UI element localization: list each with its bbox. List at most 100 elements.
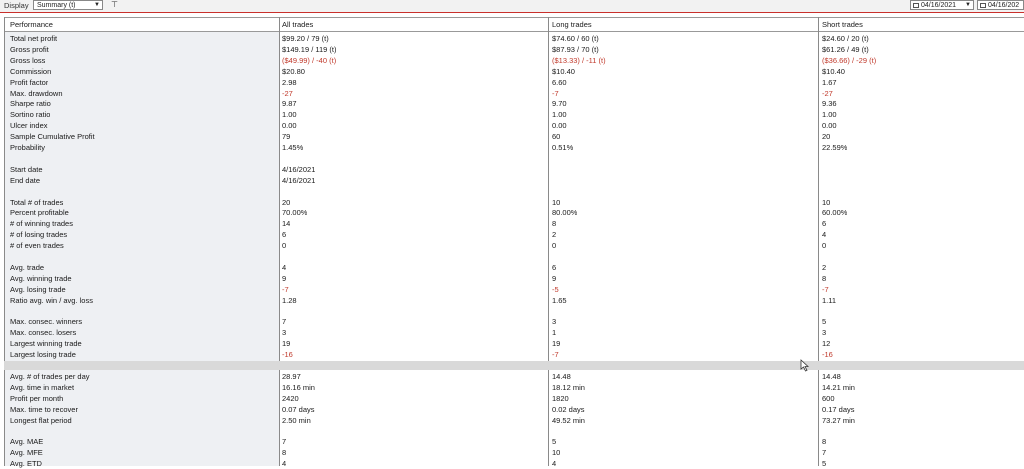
cell-short-trades: 0 (822, 241, 827, 251)
cell-short-trades: -27 (822, 88, 833, 98)
cell-all-trades: $99.20 / 79 (t) (282, 34, 329, 43)
row-label: Start date (10, 164, 43, 174)
row-label: Percent profitable (10, 208, 69, 218)
cell-short-trades: 2 (822, 262, 827, 272)
cell-long-trades: 6.60 (552, 77, 567, 87)
chevron-down-icon[interactable]: ▼ (965, 1, 971, 10)
header-long-trades[interactable]: Long trades (552, 19, 592, 30)
date-from-value: 04/16/2021 (921, 2, 957, 9)
cell-short-trades: $10.40 (822, 66, 845, 76)
row-label: Largest winning trade (10, 339, 82, 349)
cell-all-trades: 6 (282, 230, 287, 240)
cell-all-trades: 0 (282, 241, 287, 251)
cell-long-trades: 5 (552, 437, 557, 447)
cell-short-trades: $61.26 / 49 (t) (822, 44, 869, 54)
chevron-down-icon: ▼ (94, 2, 100, 8)
cell-long-trades: 10 (552, 197, 561, 207)
column-divider[interactable] (279, 17, 280, 466)
cell-all-trades: 70.00% (282, 208, 308, 218)
cell-all-trades: -7 (282, 284, 289, 294)
cell-long-trades: 60 (552, 132, 561, 142)
filter-icon[interactable]: ⊤ (111, 0, 118, 9)
cell-long-trades: 19 (552, 339, 561, 349)
column-divider[interactable] (818, 17, 819, 466)
header-short-trades[interactable]: Short trades (822, 19, 863, 30)
header-all-trades[interactable]: All trades (282, 19, 313, 30)
row-label: Longest flat period (10, 415, 72, 425)
cell-long-trades: 1.65 (552, 295, 567, 305)
cell-long-trades: 2 (552, 230, 557, 240)
display-select[interactable]: Summary (t) ▼ (33, 0, 103, 10)
cell-all-trades: 9 (282, 273, 287, 283)
column-divider[interactable] (548, 17, 549, 466)
row-label: Gross profit (10, 44, 49, 54)
cell-long-trades: $87.93 / 70 (t) (552, 44, 599, 54)
cell-all-trades: 28.97 (282, 371, 301, 381)
row-label: Avg. MFE (10, 448, 43, 458)
cell-all-trades: 4/16/2021 (282, 175, 316, 185)
cell-long-trades: 14.48 (552, 371, 571, 381)
calendar-icon (980, 2, 986, 8)
cell-short-trades: 14.48 (822, 371, 841, 381)
cell-short-trades: 1.11 (822, 295, 837, 305)
cell-long-trades: -7 (552, 350, 559, 360)
toolbar: Display Summary (t) ▼ ⊤ 04/16/2021 ▼ 04/… (0, 0, 1024, 13)
cell-long-trades: 0.51% (552, 143, 574, 152)
row-label: Sortino ratio (10, 110, 51, 120)
cell-short-trades: 3 (822, 328, 827, 338)
row-label: Max. consec. winners (10, 317, 83, 327)
cell-long-trades: -5 (552, 284, 559, 294)
cell-long-trades: 0.00 (552, 121, 567, 131)
cell-all-trades: 2.50 min (282, 415, 311, 425)
display-label: Display (4, 1, 29, 10)
cell-all-trades: 20 (282, 197, 291, 207)
row-label: # of winning trades (10, 219, 73, 229)
cell-all-trades: -16 (282, 350, 293, 360)
row-label: Avg. trade (10, 262, 45, 272)
row-label: Avg. losing trade (10, 284, 66, 294)
row-label: Profit factor (10, 77, 49, 87)
cell-long-trades: 6 (552, 262, 557, 272)
cell-long-trades: 0.02 days (552, 404, 585, 414)
date-to-value: 04/16/202 (988, 2, 1020, 9)
cell-long-trades: 4 (552, 459, 557, 469)
cell-short-trades: 22.59% (822, 143, 848, 152)
cell-short-trades: 73.27 min (822, 415, 855, 425)
cell-long-trades: 3 (552, 317, 557, 327)
row-label: Sample Cumulative Profit (10, 132, 95, 142)
cell-short-trades: 7 (822, 448, 827, 458)
cell-short-trades: 10 (822, 197, 831, 207)
row-label: Ratio avg. win / avg. loss (10, 295, 93, 305)
cell-long-trades: -7 (552, 88, 559, 98)
cell-long-trades: $74.60 / 60 (t) (552, 34, 599, 43)
cell-all-trades: 4 (282, 459, 287, 469)
date-from-picker[interactable]: 04/16/2021 ▼ (910, 0, 974, 10)
row-label: Max. consec. losers (10, 328, 77, 338)
cell-short-trades: 20 (822, 132, 831, 142)
cell-all-trades: 7 (282, 437, 287, 447)
column-divider (4, 17, 5, 466)
cell-all-trades: $20.80 (282, 66, 305, 76)
header-performance[interactable]: Performance (10, 19, 53, 30)
row-label: End date (10, 175, 41, 185)
row-label: Ulcer index (10, 121, 48, 131)
cell-long-trades: 49.52 min (552, 415, 585, 425)
row-label: Avg. # of trades per day (10, 371, 90, 381)
cell-short-trades: 60.00% (822, 208, 848, 218)
cell-all-trades: 2420 (282, 393, 299, 403)
mouse-cursor-icon (800, 359, 809, 372)
cell-all-trades: 8 (282, 448, 287, 458)
cell-all-trades: 14 (282, 219, 291, 229)
cell-short-trades: 5 (822, 317, 827, 327)
cell-short-trades: 4 (822, 230, 827, 240)
cell-all-trades: 9.87 (282, 99, 297, 109)
cell-long-trades: 1820 (552, 393, 569, 403)
table-header (4, 17, 1024, 32)
date-to-picker[interactable]: 04/16/202 (977, 0, 1024, 10)
cell-short-trades: 5 (822, 459, 827, 469)
cell-all-trades: 16.16 min (282, 382, 315, 392)
cell-long-trades: 1.00 (552, 110, 567, 120)
cell-long-trades: 9.70 (552, 99, 567, 109)
row-label: Total net profit (10, 34, 58, 43)
cell-short-trades: $24.60 / 20 (t) (822, 34, 869, 43)
